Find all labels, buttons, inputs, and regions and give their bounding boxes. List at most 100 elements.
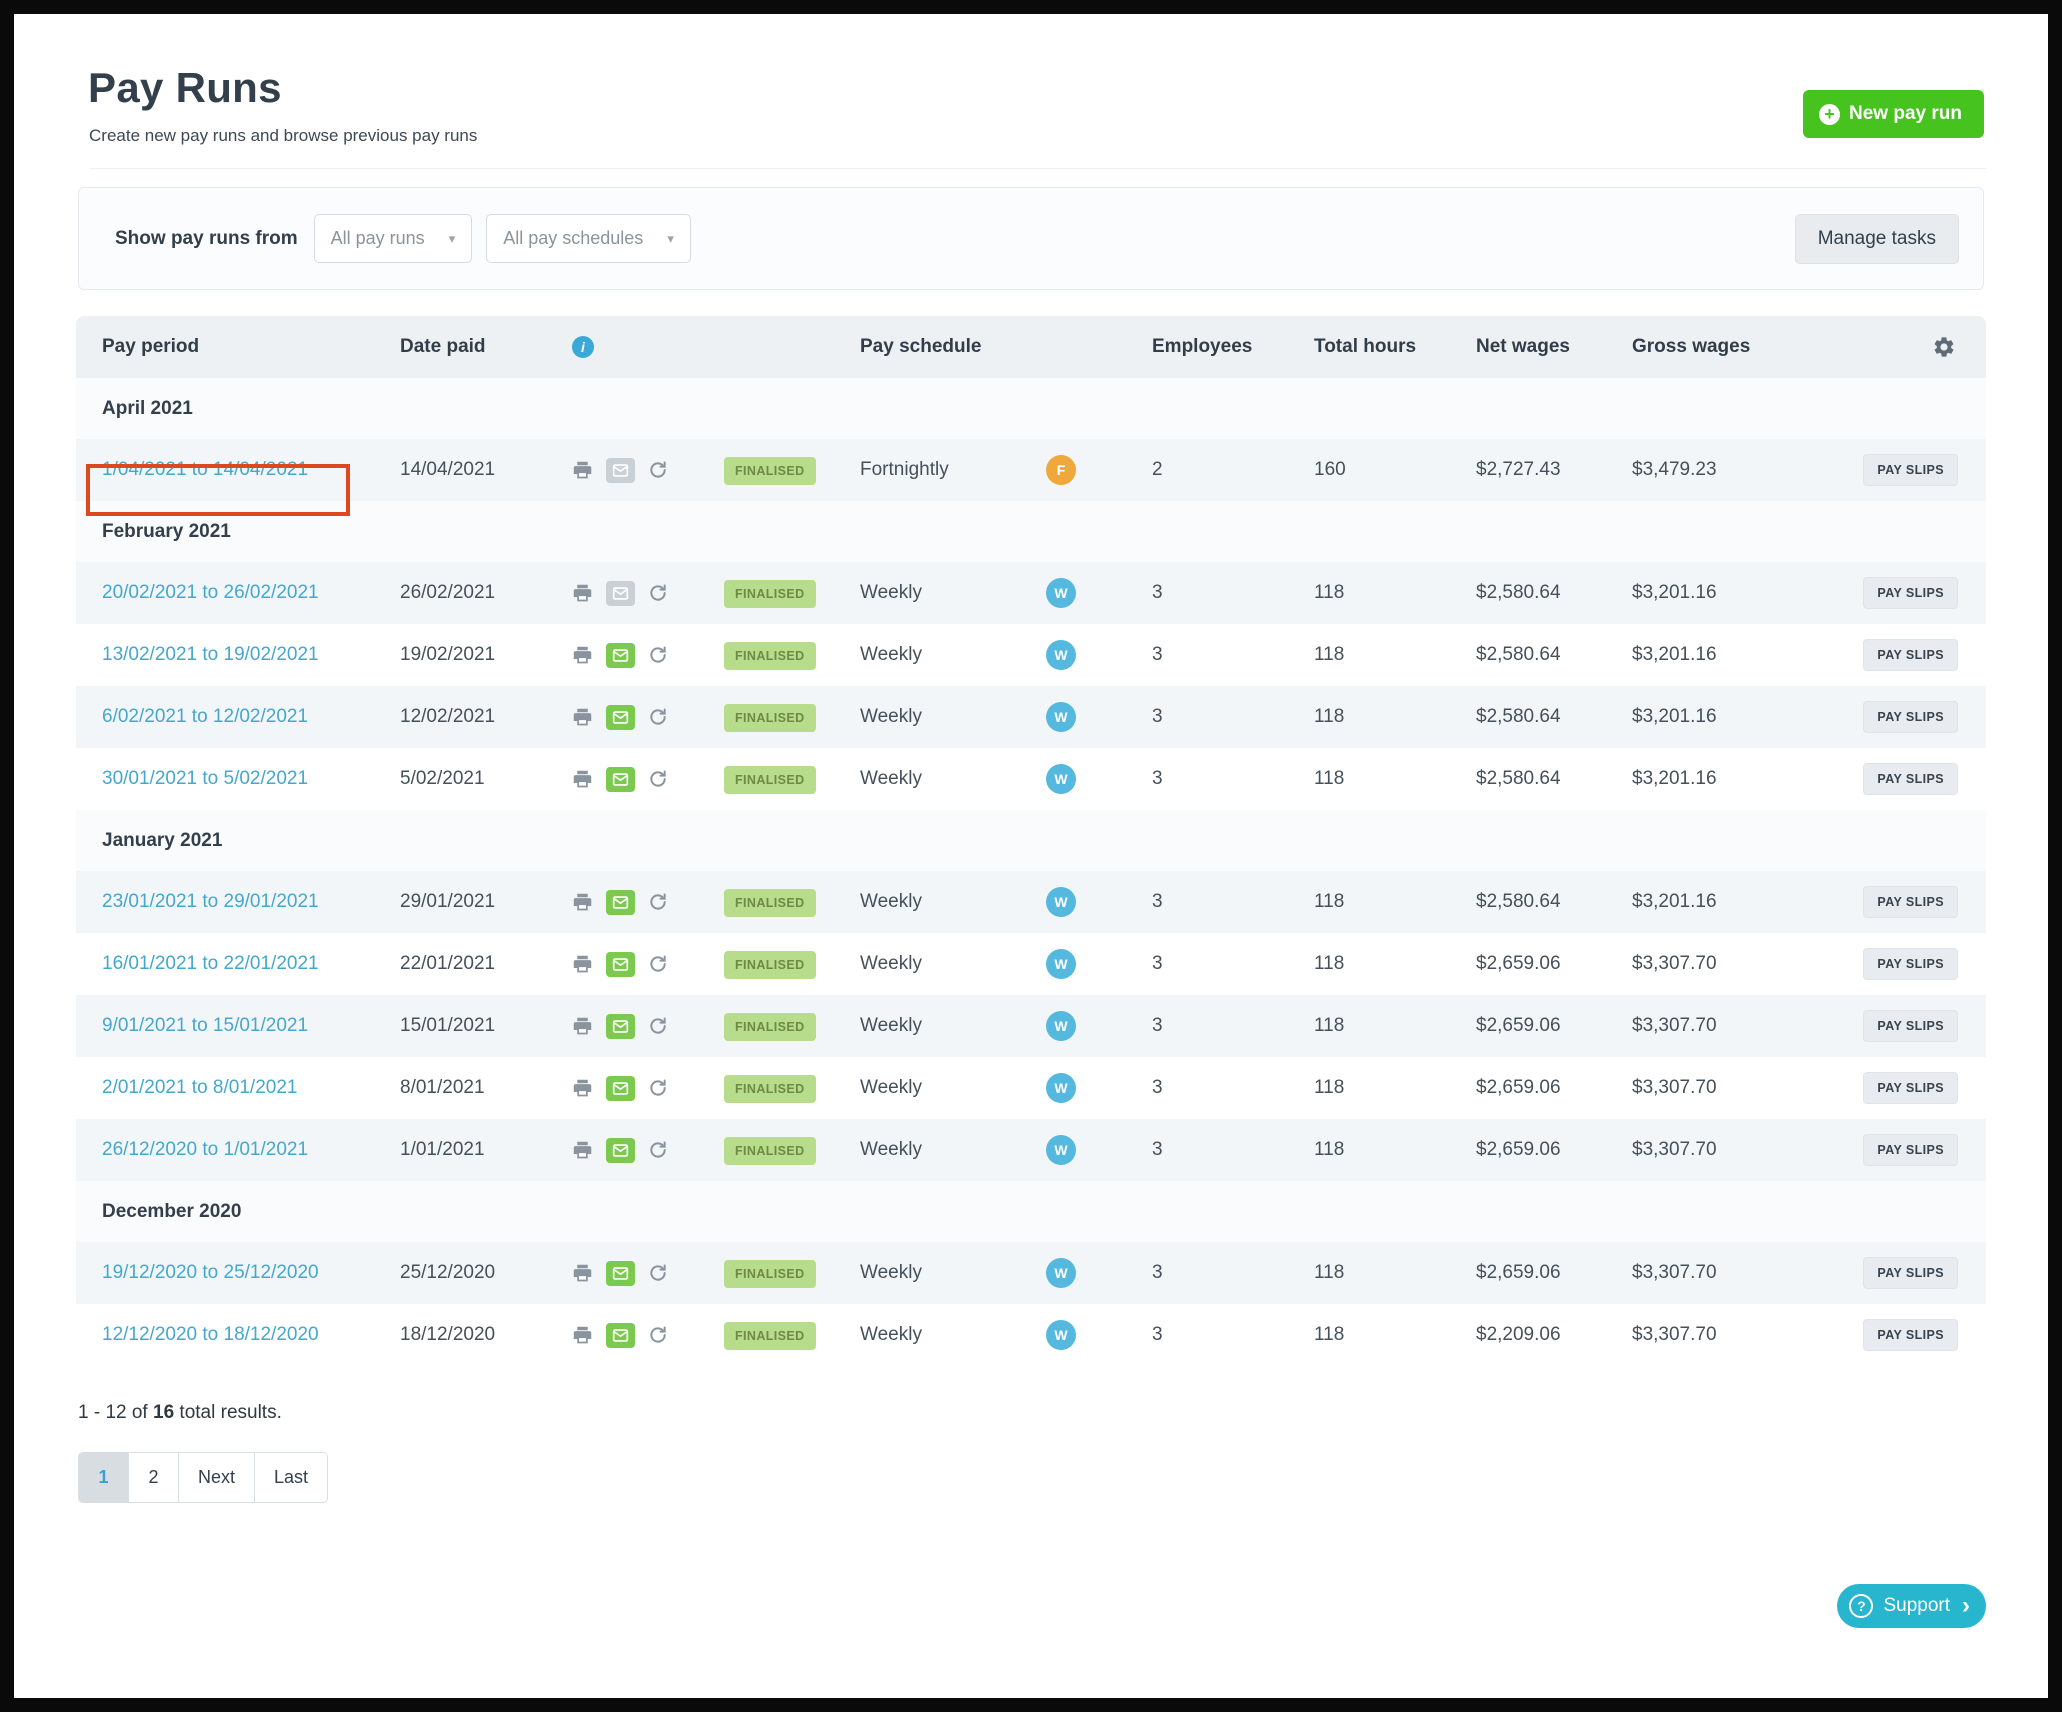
- pay-slips-button[interactable]: PAY SLIPS: [1863, 1072, 1958, 1104]
- schedule-badge: W: [1046, 887, 1076, 917]
- pagination-next[interactable]: Next: [179, 1453, 255, 1502]
- pay-period-link[interactable]: 13/02/2021 to 19/02/2021: [102, 644, 319, 665]
- manage-tasks-button[interactable]: Manage tasks: [1795, 214, 1959, 264]
- refresh-icon[interactable]: [648, 892, 668, 912]
- email-icon[interactable]: [606, 581, 635, 606]
- email-icon[interactable]: [606, 1014, 635, 1039]
- net-wages: $2,580.64: [1452, 768, 1608, 790]
- printer-icon[interactable]: [572, 707, 593, 728]
- pay-slips-button[interactable]: PAY SLIPS: [1863, 886, 1958, 918]
- refresh-icon[interactable]: [648, 1078, 668, 1098]
- pay-slips-button[interactable]: PAY SLIPS: [1863, 454, 1958, 486]
- email-icon[interactable]: [606, 643, 635, 668]
- pay-period-link[interactable]: 12/12/2020 to 18/12/2020: [102, 1324, 319, 1345]
- group-header-row: February 2021: [76, 501, 1986, 562]
- printer-icon[interactable]: [572, 1078, 593, 1099]
- email-icon[interactable]: [606, 1323, 635, 1348]
- printer-icon[interactable]: [572, 1140, 593, 1161]
- email-icon[interactable]: [606, 1261, 635, 1286]
- email-icon[interactable]: [606, 890, 635, 915]
- pagination-page-2[interactable]: 2: [129, 1453, 179, 1502]
- status-badge: FINALISED: [724, 642, 816, 670]
- gear-icon[interactable]: [1932, 335, 1956, 359]
- col-net-wages: Net wages: [1452, 336, 1608, 358]
- pay-period-link[interactable]: 2/01/2021 to 8/01/2021: [102, 1077, 297, 1098]
- pay-slips-button[interactable]: PAY SLIPS: [1863, 1010, 1958, 1042]
- pay-slips-button[interactable]: PAY SLIPS: [1863, 763, 1958, 795]
- pay-slips-button[interactable]: PAY SLIPS: [1863, 701, 1958, 733]
- pay-slips-button[interactable]: PAY SLIPS: [1863, 577, 1958, 609]
- refresh-icon[interactable]: [648, 1140, 668, 1160]
- pay-schedules-filter-select[interactable]: All pay schedules ▾: [486, 214, 691, 263]
- col-employees: Employees: [1128, 336, 1290, 358]
- printer-icon[interactable]: [572, 645, 593, 666]
- pay-slips-button[interactable]: PAY SLIPS: [1863, 639, 1958, 671]
- employees-count: 3: [1128, 768, 1290, 790]
- refresh-icon[interactable]: [648, 1263, 668, 1283]
- pay-period-link[interactable]: 16/01/2021 to 22/01/2021: [102, 953, 319, 974]
- date-paid: 18/12/2020: [376, 1324, 548, 1346]
- printer-icon[interactable]: [572, 892, 593, 913]
- total-hours: 118: [1290, 1139, 1452, 1161]
- support-label: Support: [1883, 1595, 1950, 1617]
- pay-period-link[interactable]: 9/01/2021 to 15/01/2021: [102, 1015, 308, 1036]
- info-icon[interactable]: i: [572, 336, 594, 358]
- group-label: January 2021: [76, 830, 1986, 852]
- pay-period-link[interactable]: 20/02/2021 to 26/02/2021: [102, 582, 319, 603]
- net-wages: $2,659.06: [1452, 1077, 1608, 1099]
- schedule-badge: W: [1046, 640, 1076, 670]
- printer-icon[interactable]: [572, 1263, 593, 1284]
- refresh-icon[interactable]: [648, 1325, 668, 1345]
- email-icon[interactable]: [606, 1138, 635, 1163]
- pay-period-link[interactable]: 1/04/2021 to 14/04/2021: [102, 459, 308, 480]
- email-icon[interactable]: [606, 705, 635, 730]
- pay-slips-button[interactable]: PAY SLIPS: [1863, 1134, 1958, 1166]
- email-icon[interactable]: [606, 952, 635, 977]
- col-total-hours: Total hours: [1290, 336, 1452, 358]
- status-badge: FINALISED: [724, 889, 816, 917]
- pay-period-link[interactable]: 30/01/2021 to 5/02/2021: [102, 768, 308, 789]
- printer-icon[interactable]: [572, 954, 593, 975]
- printer-icon[interactable]: [572, 1016, 593, 1037]
- email-icon[interactable]: [606, 458, 635, 483]
- refresh-icon[interactable]: [648, 1016, 668, 1036]
- pay-slips-button[interactable]: PAY SLIPS: [1863, 948, 1958, 980]
- net-wages: $2,580.64: [1452, 891, 1608, 913]
- net-wages: $2,580.64: [1452, 644, 1608, 666]
- new-pay-run-label: New pay run: [1849, 103, 1962, 125]
- pagination: 1 2 Next Last: [78, 1452, 328, 1503]
- refresh-icon[interactable]: [648, 460, 668, 480]
- col-pay-period: Pay period: [76, 336, 376, 358]
- refresh-icon[interactable]: [648, 583, 668, 603]
- email-icon[interactable]: [606, 767, 635, 792]
- refresh-icon[interactable]: [648, 954, 668, 974]
- employees-count: 2: [1128, 459, 1290, 481]
- support-button[interactable]: ? Support ›: [1837, 1584, 1986, 1628]
- pay-period-link[interactable]: 23/01/2021 to 29/01/2021: [102, 891, 319, 912]
- pay-slips-button[interactable]: PAY SLIPS: [1863, 1257, 1958, 1289]
- refresh-icon[interactable]: [648, 645, 668, 665]
- pay-period-link[interactable]: 6/02/2021 to 12/02/2021: [102, 706, 308, 727]
- table-row: 16/01/2021 to 22/01/2021 22/01/2021 FINA…: [76, 933, 1986, 995]
- pagination-page-1[interactable]: 1: [79, 1453, 129, 1502]
- pagination-last[interactable]: Last: [255, 1453, 327, 1502]
- refresh-icon[interactable]: [648, 769, 668, 789]
- gross-wages: $3,479.23: [1608, 459, 1804, 481]
- date-paid: 25/12/2020: [376, 1262, 548, 1284]
- employees-count: 3: [1128, 644, 1290, 666]
- email-icon[interactable]: [606, 1076, 635, 1101]
- pay-slips-button[interactable]: PAY SLIPS: [1863, 1319, 1958, 1351]
- pay-period-link[interactable]: 19/12/2020 to 25/12/2020: [102, 1262, 319, 1283]
- refresh-icon[interactable]: [648, 707, 668, 727]
- printer-icon[interactable]: [572, 583, 593, 604]
- printer-icon[interactable]: [572, 769, 593, 790]
- pay-schedule: Weekly: [836, 1139, 1022, 1161]
- pay-period-link[interactable]: 26/12/2020 to 1/01/2021: [102, 1139, 308, 1160]
- table-row: 6/02/2021 to 12/02/2021 12/02/2021 FINAL…: [76, 686, 1986, 748]
- new-pay-run-button[interactable]: + New pay run: [1803, 90, 1984, 138]
- printer-icon[interactable]: [572, 460, 593, 481]
- pay-runs-table: Pay period Date paid i Pay schedule Empl…: [76, 316, 1986, 1366]
- date-paid: 12/02/2021: [376, 706, 548, 728]
- printer-icon[interactable]: [572, 1325, 593, 1346]
- pay-runs-filter-select[interactable]: All pay runs ▾: [314, 214, 473, 263]
